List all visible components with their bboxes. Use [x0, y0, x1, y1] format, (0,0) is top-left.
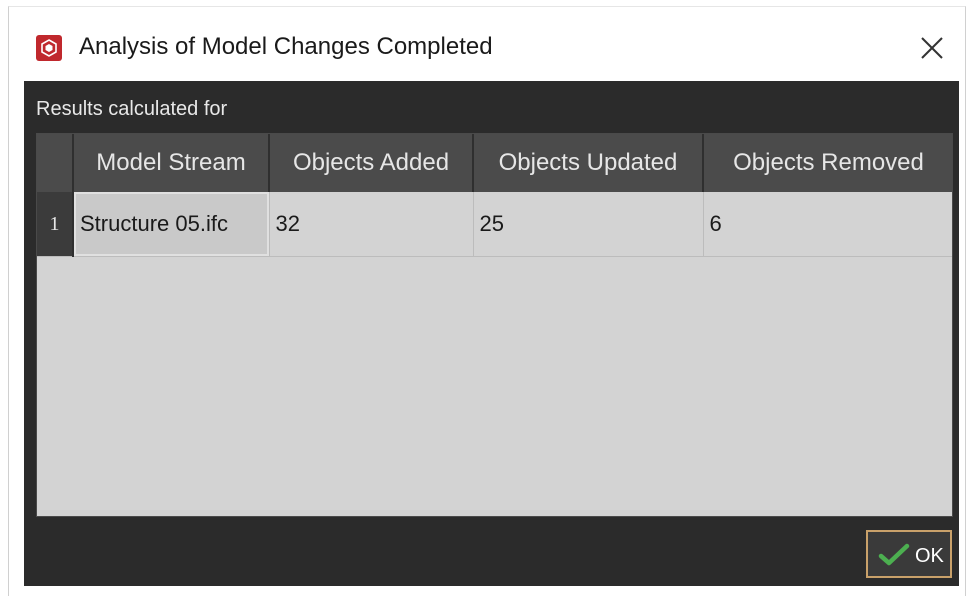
column-header-objects-updated[interactable]: Objects Updated: [473, 134, 704, 192]
dialog-window: Analysis of Model Changes Completed Resu…: [8, 6, 966, 596]
checkmark-icon: [878, 543, 910, 572]
cell-objects-added[interactable]: 32: [269, 192, 474, 257]
column-header-model-stream[interactable]: Model Stream: [73, 134, 270, 192]
ok-button-label: OK: [915, 545, 944, 567]
ok-button[interactable]: OK: [866, 530, 952, 578]
title-bar: Analysis of Model Changes Completed: [9, 7, 965, 81]
close-icon[interactable]: [919, 35, 945, 61]
dialog-title: Analysis of Model Changes Completed: [79, 33, 493, 60]
column-header-objects-removed[interactable]: Objects Removed: [703, 134, 952, 192]
corner-cell[interactable]: [37, 134, 74, 192]
header-row: Model Stream Objects Added Objects Updat…: [37, 134, 952, 192]
dialog-body: Results calculated for Model Stream Obje…: [24, 81, 959, 586]
cell-model-stream[interactable]: Structure 05.ifc: [73, 192, 270, 257]
app-logo-icon: [36, 35, 62, 61]
column-header-objects-added[interactable]: Objects Added: [269, 134, 474, 192]
results-table: Model Stream Objects Added Objects Updat…: [37, 134, 952, 257]
cell-objects-removed[interactable]: 6: [703, 192, 952, 257]
results-grid[interactable]: Model Stream Objects Added Objects Updat…: [36, 133, 953, 517]
table-row[interactable]: 1 Structure 05.ifc 32 25 6: [37, 192, 952, 257]
results-label: Results calculated for: [36, 98, 228, 120]
cell-objects-updated[interactable]: 25: [473, 192, 704, 257]
row-number[interactable]: 1: [37, 192, 74, 257]
